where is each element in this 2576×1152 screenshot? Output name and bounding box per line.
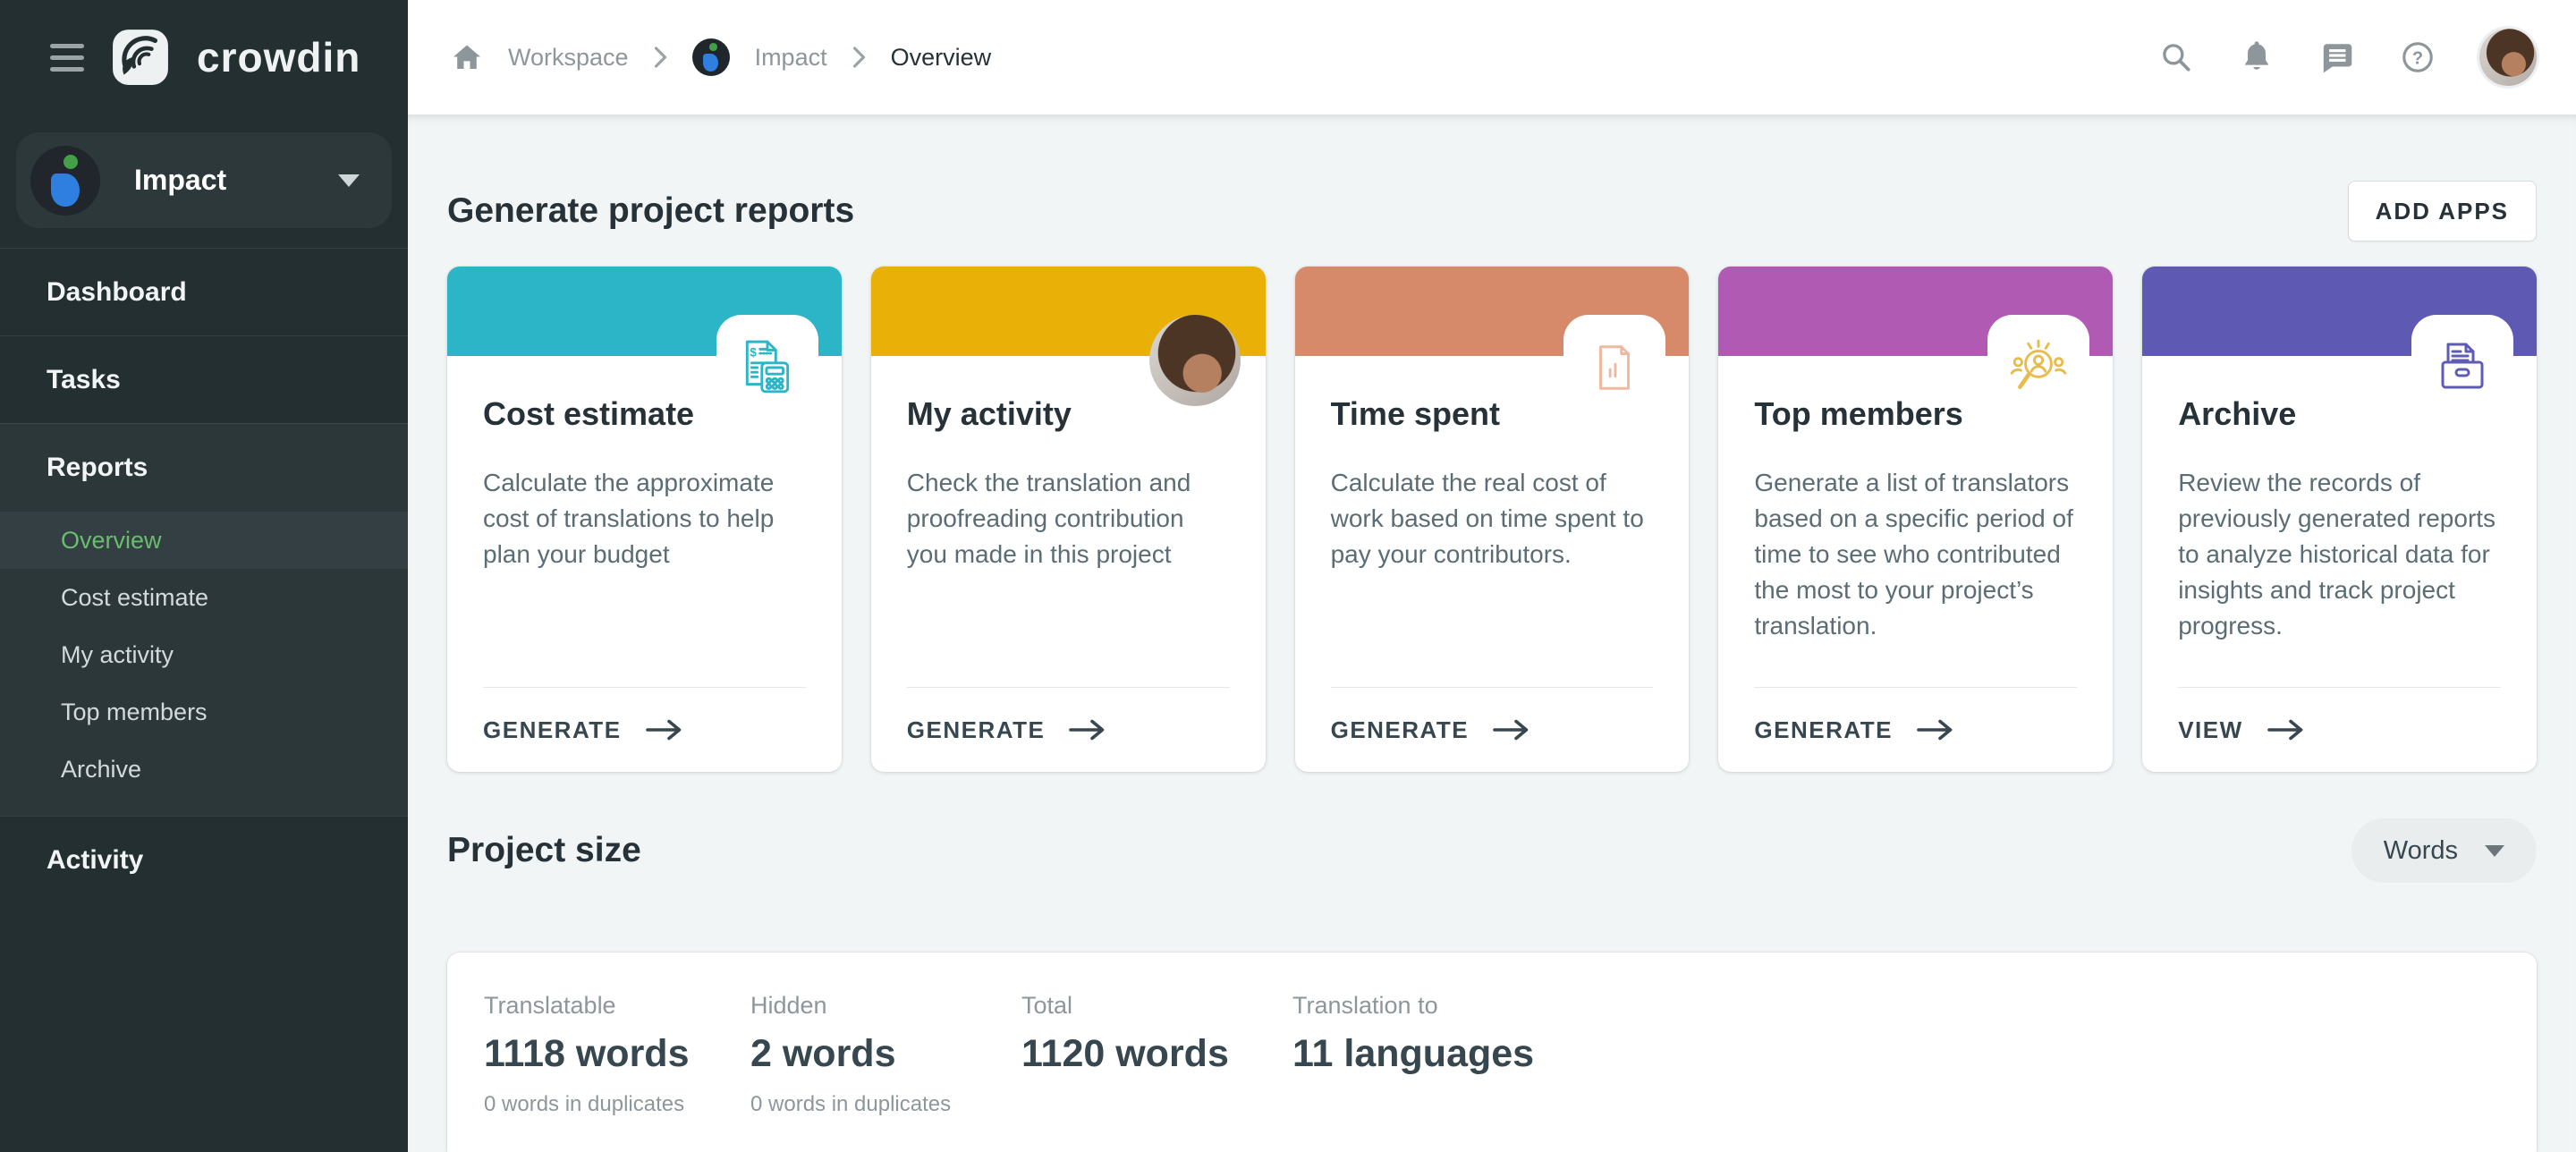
members-magnifier-icon — [2009, 338, 2068, 397]
topbar-actions: ? — [2157, 29, 2537, 86]
arrow-right-icon — [1916, 717, 1955, 742]
sidebar: crowdin Impact Dashboard Tasks Reports O… — [0, 0, 408, 1152]
home-icon[interactable] — [451, 41, 483, 73]
stat-value: 1118 words — [484, 1032, 750, 1076]
stat-value: 1120 words — [1021, 1032, 1292, 1076]
page-title: Generate project reports — [447, 191, 854, 231]
brand-row: crowdin — [0, 0, 408, 114]
project-size-section-head: Project size Words — [447, 818, 2537, 883]
stat-translation-to: Translation to 11 languages — [1292, 992, 1563, 1117]
crowdin-logo-icon[interactable] — [111, 28, 170, 87]
project-size-stats-card: Translatable 1118 words 0 words in dupli… — [447, 953, 2537, 1152]
stat-translatable: Translatable 1118 words 0 words in dupli… — [479, 992, 750, 1117]
hamburger-menu-icon[interactable] — [50, 44, 84, 72]
card-time-spent: Time spent Calculate the real cost of wo… — [1295, 267, 1690, 772]
sidebar-subitem-top-members[interactable]: Top members — [0, 683, 408, 741]
card-icon-badge — [1987, 315, 2089, 420]
report-cards: $ Cost estimate Calculate the approximat… — [447, 267, 2537, 772]
bell-icon[interactable] — [2238, 38, 2275, 76]
stat-label: Translation to — [1292, 992, 1563, 1020]
main-column: Workspace Impact Overview ? — [408, 0, 2576, 1152]
card-icon-badge: $ — [716, 315, 818, 420]
archive-box-icon — [2434, 339, 2491, 396]
card-description: Review the records of previously generat… — [2178, 465, 2501, 644]
generate-top-members-link[interactable]: GENERATE — [1718, 688, 2113, 772]
project-size-title: Project size — [447, 831, 641, 870]
project-avatar — [30, 146, 100, 216]
sidebar-item-reports[interactable]: Reports — [0, 424, 408, 512]
help-icon[interactable]: ? — [2399, 38, 2436, 76]
sidebar-subitem-my-activity[interactable]: My activity — [0, 626, 408, 683]
stat-value: 11 languages — [1292, 1032, 1563, 1076]
stat-value: 2 words — [750, 1032, 1021, 1076]
breadcrumb-workspace[interactable]: Workspace — [508, 44, 629, 72]
sidebar-item-tasks[interactable]: Tasks — [0, 335, 408, 423]
sidebar-section-reports: Reports Overview Cost estimate My activi… — [0, 423, 408, 816]
stat-total: Total 1120 words — [1021, 992, 1292, 1117]
chevron-right-icon — [852, 46, 866, 69]
card-cost-estimate: $ Cost estimate Calculate the approximat… — [447, 267, 842, 772]
add-apps-button[interactable]: ADD APPS — [2348, 181, 2537, 241]
view-archive-link[interactable]: VIEW — [2142, 688, 2537, 772]
sidebar-subitem-overview[interactable]: Overview — [0, 512, 408, 569]
card-my-activity: My activity Check the translation and pr… — [871, 267, 1266, 772]
arrow-right-icon — [1068, 717, 1107, 742]
arrow-right-icon — [645, 717, 684, 742]
chat-icon[interactable] — [2318, 38, 2356, 76]
sidebar-nav: Dashboard Tasks Reports Overview Cost es… — [0, 248, 408, 903]
stat-note: 0 words in duplicates — [484, 1092, 750, 1117]
sidebar-subitem-archive[interactable]: Archive — [0, 741, 408, 798]
caret-down-icon — [338, 174, 360, 187]
chevron-right-icon — [654, 46, 667, 69]
card-action-label: VIEW — [2178, 716, 2242, 744]
svg-text:$: $ — [750, 346, 757, 360]
card-action-label: GENERATE — [483, 716, 622, 744]
user-photo-avatar — [1149, 315, 1241, 406]
card-action-label: GENERATE — [1331, 716, 1470, 744]
card-top-members: Top members Generate a list of translato… — [1718, 267, 2113, 772]
card-description: Calculate the real cost of work based on… — [1331, 465, 1654, 572]
project-name: Impact — [134, 164, 226, 197]
sidebar-item-activity[interactable]: Activity — [0, 816, 408, 903]
generate-my-activity-link[interactable]: GENERATE — [871, 688, 1266, 772]
project-selector[interactable]: Impact — [16, 132, 392, 228]
breadcrumb-project[interactable]: Impact — [755, 44, 827, 72]
content: Generate project reports ADD APPS $ — [408, 114, 2576, 1152]
breadcrumb-project-avatar[interactable] — [692, 38, 730, 76]
breadcrumb-current-page: Overview — [891, 44, 992, 72]
card-archive: Archive Review the records of previously… — [2142, 267, 2537, 772]
sidebar-subitem-cost-estimate[interactable]: Cost estimate — [0, 569, 408, 626]
time-report-document-icon — [1587, 340, 1642, 395]
user-avatar[interactable] — [2479, 29, 2537, 86]
stat-label: Hidden — [750, 992, 1021, 1020]
arrow-right-icon — [1492, 717, 1531, 742]
card-action-label: GENERATE — [907, 716, 1046, 744]
crowdin-wordmark: crowdin — [197, 33, 360, 81]
stat-label: Translatable — [484, 992, 750, 1020]
sidebar-item-dashboard[interactable]: Dashboard — [0, 248, 408, 335]
breadcrumb: Workspace Impact Overview — [451, 38, 991, 76]
arrow-right-icon — [2267, 717, 2306, 742]
card-description: Calculate the approximate cost of transl… — [483, 465, 806, 572]
svg-text:?: ? — [2412, 48, 2423, 68]
stat-hidden: Hidden 2 words 0 words in duplicates — [750, 992, 1021, 1117]
unit-selector-value: Words — [2384, 836, 2458, 866]
card-action-label: GENERATE — [1754, 716, 1893, 744]
card-icon-badge — [2411, 315, 2513, 420]
stat-note: 0 words in duplicates — [750, 1092, 1021, 1117]
caret-down-icon — [2485, 845, 2504, 857]
card-body: My activity Check the translation and pr… — [871, 356, 1266, 687]
stat-label: Total — [1021, 992, 1292, 1020]
unit-selector-dropdown[interactable]: Words — [2351, 818, 2537, 883]
card-description: Check the translation and proofreading c… — [907, 465, 1230, 572]
generate-cost-estimate-link[interactable]: GENERATE — [447, 688, 842, 772]
reports-section-head: Generate project reports ADD APPS — [447, 181, 2537, 241]
search-icon[interactable] — [2157, 38, 2195, 76]
crowdin-app: crowdin Impact Dashboard Tasks Reports O… — [0, 0, 2576, 1152]
card-description: Generate a list of translators based on … — [1754, 465, 2077, 644]
topbar: Workspace Impact Overview ? — [408, 0, 2576, 114]
generate-time-spent-link[interactable]: GENERATE — [1295, 688, 1690, 772]
card-icon-badge — [1563, 315, 1665, 420]
invoice-calculator-icon: $ — [738, 338, 797, 397]
